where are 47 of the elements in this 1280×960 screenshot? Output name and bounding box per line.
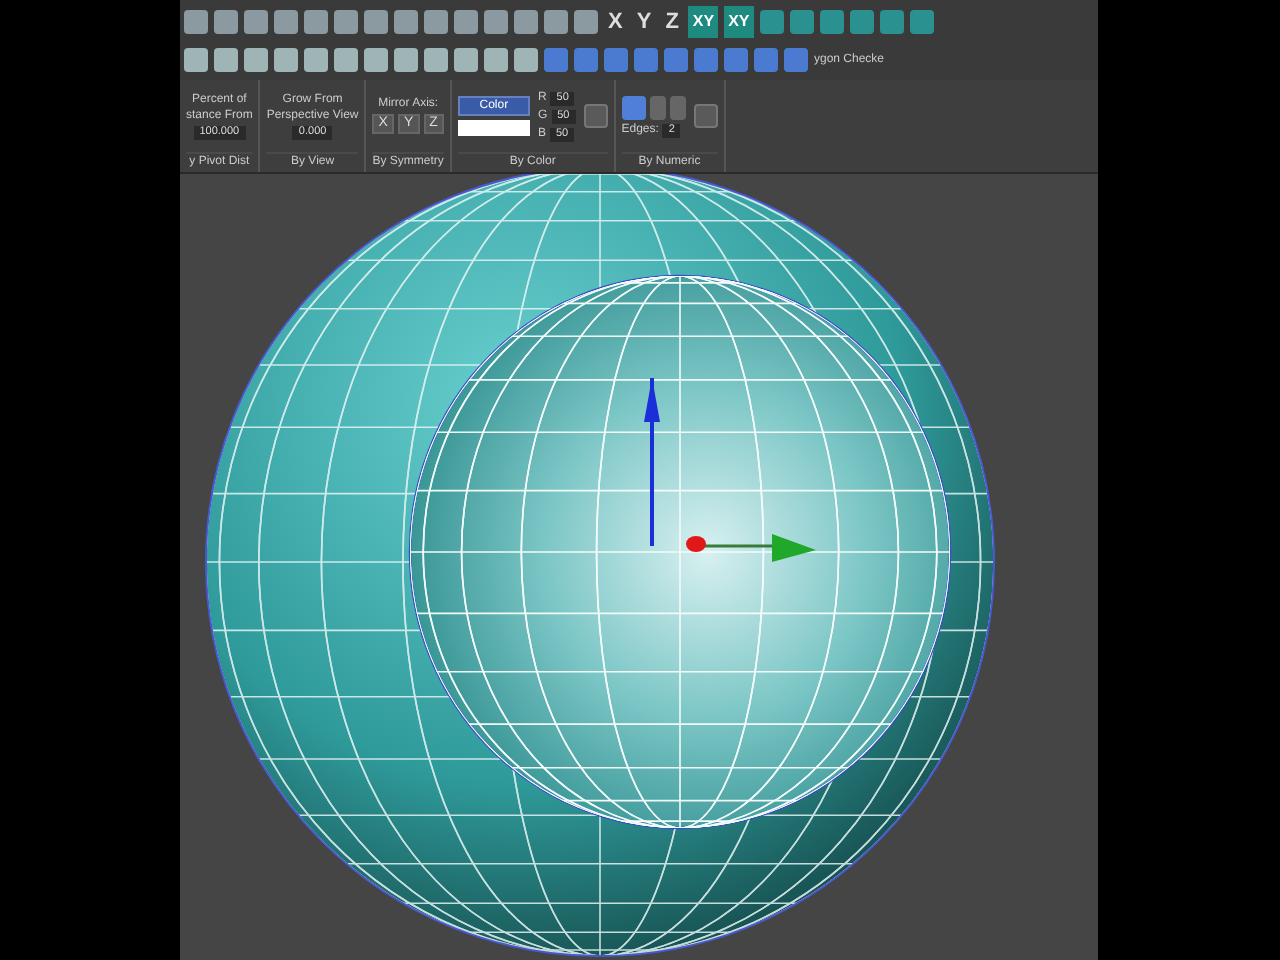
toolbar-icon[interactable] <box>484 47 508 71</box>
toolbar-icon[interactable] <box>424 9 448 33</box>
toolbar-icon[interactable] <box>334 47 358 71</box>
axis-button[interactable]: XY <box>688 5 719 37</box>
toolbar-icon[interactable] <box>514 47 538 71</box>
toolbar-icon[interactable] <box>424 47 448 71</box>
axis-button[interactable]: XY <box>724 5 754 37</box>
snap-icon[interactable] <box>819 9 844 33</box>
toolbar-icon[interactable] <box>274 47 298 71</box>
snap-icon[interactable] <box>909 9 934 33</box>
toolbar-icon[interactable] <box>454 9 478 33</box>
toolbar-icon[interactable] <box>184 9 208 33</box>
plugin-icon[interactable] <box>754 47 778 71</box>
toolbar-icon[interactable] <box>214 9 238 33</box>
toolbar-icon[interactable] <box>454 47 478 71</box>
plugin-icon[interactable] <box>664 47 688 71</box>
color-swatch[interactable] <box>457 120 530 136</box>
snap-icon[interactable] <box>789 9 814 33</box>
toolbar-icon[interactable] <box>484 9 508 33</box>
toolbar-icon[interactable] <box>334 9 358 33</box>
toolbar-icon[interactable] <box>574 9 598 33</box>
toolbar-icon[interactable] <box>304 9 328 33</box>
snap-icon[interactable] <box>849 9 874 33</box>
plugin-icon[interactable] <box>544 47 568 71</box>
toolbar-icon[interactable] <box>544 9 568 33</box>
toolbar-icon[interactable] <box>244 9 268 33</box>
plugin-icon[interactable] <box>694 47 718 71</box>
toolbar-icon[interactable] <box>244 47 268 71</box>
toolbar-icon[interactable] <box>514 9 538 33</box>
plugin-icon[interactable] <box>724 47 748 71</box>
axis-button[interactable]: Y <box>632 5 656 37</box>
toolbar-icon[interactable] <box>304 47 328 71</box>
toolbar-icon[interactable] <box>214 47 238 71</box>
snap-icon[interactable] <box>759 9 784 33</box>
toolbar-icon[interactable] <box>364 47 388 71</box>
plugin-icon[interactable] <box>574 47 598 71</box>
snap-icon[interactable] <box>879 9 904 33</box>
plugin-icon[interactable] <box>784 47 808 71</box>
toolbar-icon[interactable] <box>364 9 388 33</box>
axis-button[interactable]: Z <box>661 5 683 37</box>
toolbar-icon[interactable] <box>184 47 208 71</box>
plugin-icon[interactable] <box>634 47 658 71</box>
toolbar-icon[interactable] <box>394 9 418 33</box>
toolbar-icon[interactable] <box>394 47 418 71</box>
toolbar-icon[interactable] <box>274 9 298 33</box>
plugin-icon[interactable] <box>604 47 628 71</box>
axis-button[interactable]: X <box>604 5 627 37</box>
